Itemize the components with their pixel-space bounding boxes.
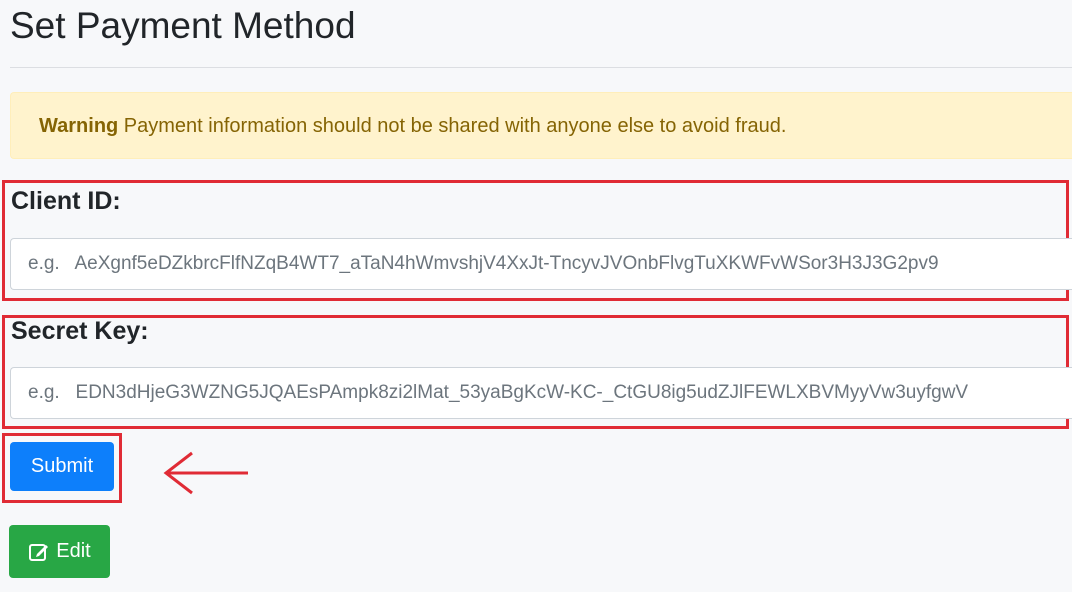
edit-button[interactable]: Edit <box>9 525 110 578</box>
secret-key-input[interactable] <box>10 367 1072 419</box>
warning-alert: Warning Payment information should not b… <box>10 92 1072 159</box>
edit-label: Edit <box>56 540 91 562</box>
page-title: Set Payment Method <box>10 5 356 46</box>
alert-strong: Warning <box>39 115 119 137</box>
submit-button[interactable]: Submit <box>10 442 114 491</box>
alert-message: Payment information should not be shared… <box>118 115 787 137</box>
secret-key-label: Secret Key: <box>11 317 149 345</box>
arrow-left-icon <box>163 451 248 495</box>
client-id-input[interactable] <box>10 238 1072 290</box>
client-id-label: Client ID: <box>11 187 121 215</box>
title-divider <box>10 67 1072 68</box>
edit-icon <box>29 543 49 561</box>
